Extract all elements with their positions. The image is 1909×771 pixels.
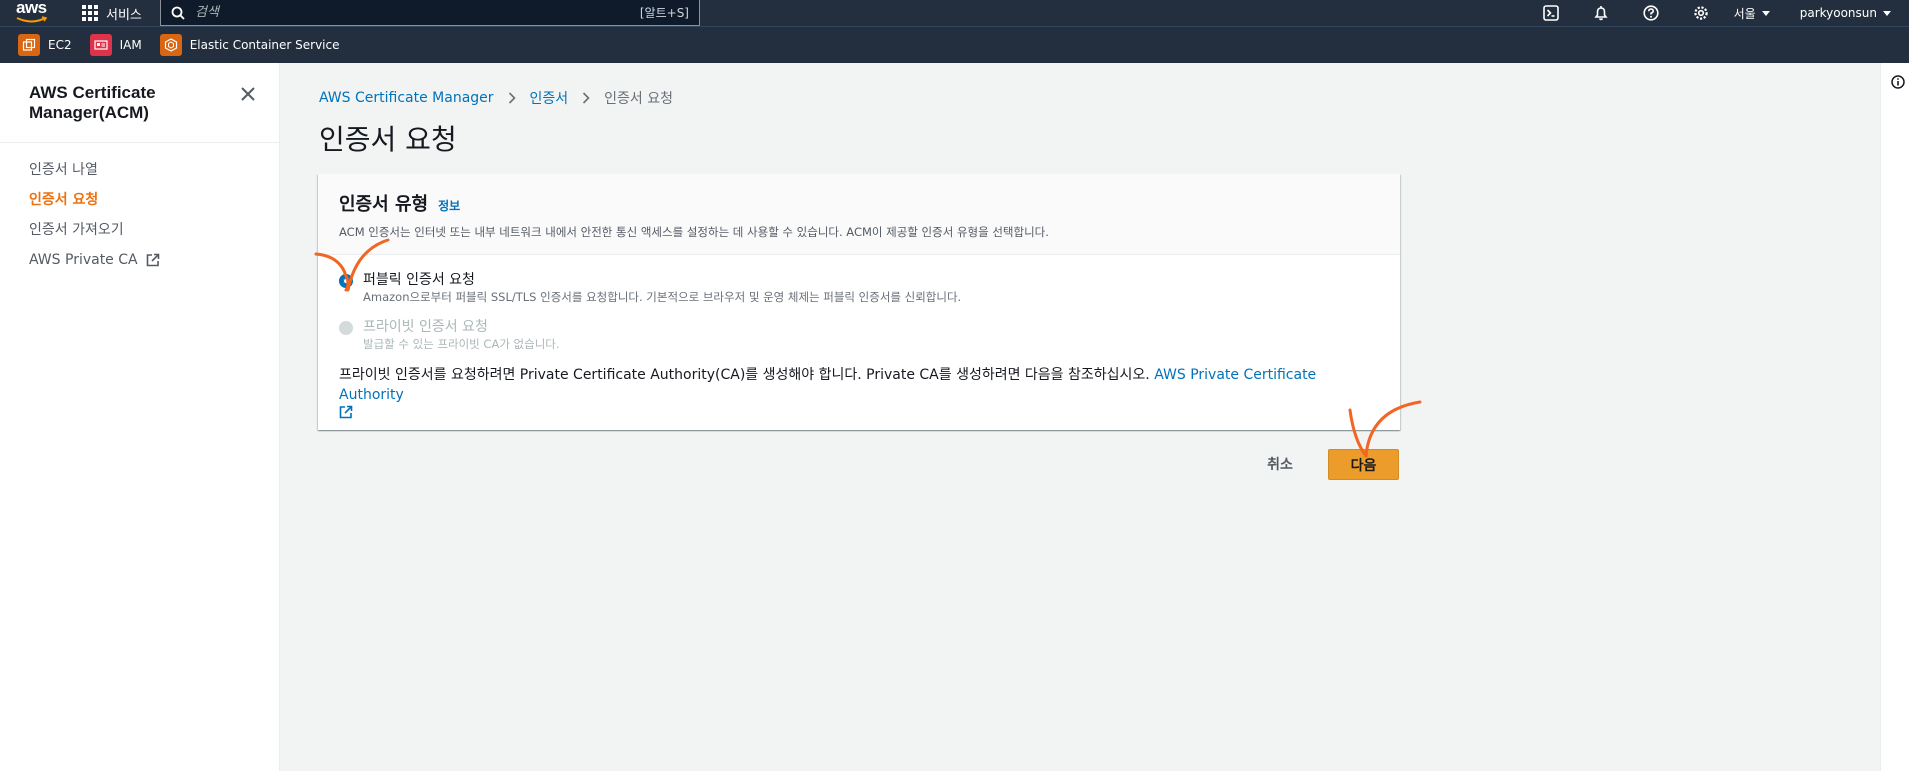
panel-title: 인증서 유형: [339, 194, 429, 215]
radio-private-certificate: [339, 321, 353, 335]
option-description: 발급할 수 있는 프라이빗 CA가 없습니다.: [363, 337, 560, 351]
private-ca-note: 프라이빗 인증서를 요청하려면 Private Certificate Auth…: [339, 365, 1379, 425]
bell-icon: [1594, 6, 1608, 21]
page-title: 인증서 요청: [319, 123, 457, 156]
sidebar-item-list-certificates[interactable]: 인증서 나열: [0, 155, 279, 185]
certificate-type-panel: 인증서 유형 정보 ACM 인증서는 인터넷 또는 내부 네트워크 내에서 안전…: [318, 174, 1400, 430]
option-public-certificate[interactable]: 퍼블릭 인증서 요청 Amazon으로부터 퍼블릭 SSL/TLS 인증서를 요…: [339, 271, 1380, 305]
info-link[interactable]: 정보: [438, 197, 460, 214]
services-menu-button[interactable]: 서비스: [82, 3, 142, 23]
notifications-button[interactable]: [1576, 0, 1626, 26]
services-label: 서비스: [106, 7, 142, 23]
breadcrumb-current: 인증서 요청: [604, 91, 674, 107]
sidebar-item-label: AWS Private CA: [29, 252, 138, 268]
favorite-ecs[interactable]: Elastic Container Service: [159, 34, 340, 56]
search-icon: [171, 6, 185, 20]
caret-down-icon: [1761, 10, 1770, 16]
sidebar-item-label: 인증서 가져오기: [29, 222, 124, 238]
option-label: 퍼블릭 인증서 요청: [363, 272, 475, 288]
favorite-iam[interactable]: IAM: [89, 34, 142, 56]
breadcrumb: AWS Certificate Manager 인증서 인증서 요청: [319, 88, 673, 108]
aws-smile-icon: [16, 16, 48, 23]
note-text: 프라이빗 인증서를 요청하려면 Private Certificate Auth…: [339, 367, 1155, 383]
sidebar: AWS Certificate Manager(ACM) 인증서 나열 인증서 …: [0, 63, 280, 771]
aws-logo[interactable]: aws: [16, 0, 50, 23]
sidebar-item-private-ca[interactable]: AWS Private CA: [0, 245, 279, 275]
breadcrumb-acm-link[interactable]: AWS Certificate Manager: [319, 90, 494, 106]
external-link-icon[interactable]: [339, 405, 353, 419]
chevron-right-icon: [508, 92, 516, 104]
sidebar-item-label: 인증서 요청: [29, 192, 99, 208]
ec2-icon: [18, 34, 40, 56]
favorite-label: Elastic Container Service: [189, 38, 340, 52]
search-shortcut-hint: [알트+S]: [639, 6, 689, 20]
external-link-icon: [146, 253, 159, 267]
help-icon: [1643, 5, 1659, 21]
settings-button[interactable]: [1676, 0, 1726, 26]
ecs-icon: [159, 34, 182, 56]
search-bar[interactable]: [알트+S]: [160, 0, 700, 26]
cloudshell-button[interactable]: [1526, 0, 1576, 26]
user-name: parkyoonsun: [1799, 6, 1877, 20]
gear-icon: [1693, 6, 1708, 20]
cancel-button[interactable]: 취소: [1250, 449, 1310, 479]
grid-icon: [82, 5, 98, 21]
panel-body: 퍼블릭 인증서 요청 Amazon으로부터 퍼블릭 SSL/TLS 인증서를 요…: [318, 255, 1400, 425]
favorite-label: IAM: [119, 38, 142, 52]
next-button[interactable]: 다음: [1328, 449, 1399, 480]
caret-down-icon: [1883, 10, 1891, 16]
terminal-icon: [1542, 5, 1559, 21]
favorites-bar: EC2 IAM Elastic Container Service: [0, 26, 1909, 63]
panel-header: 인증서 유형 정보 ACM 인증서는 인터넷 또는 내부 네트워크 내에서 안전…: [318, 174, 1400, 255]
info-panel-strip: [1880, 63, 1909, 771]
sidebar-nav: 인증서 나열 인증서 요청 인증서 가져오기 AWS Private CA: [0, 143, 279, 275]
option-description: Amazon으로부터 퍼블릭 SSL/TLS 인증서를 요청합니다. 기본적으로…: [363, 290, 962, 304]
nav-icons: 서울 parkyoonsun: [1526, 0, 1909, 26]
radio-public-certificate[interactable]: [339, 274, 353, 288]
option-private-certificate: 프라이빗 인증서 요청 발급할 수 있는 프라이빗 CA가 없습니다.: [339, 318, 1380, 352]
favorite-label: EC2: [48, 38, 72, 52]
panel-description: ACM 인증서는 인터넷 또는 내부 네트워크 내에서 안전한 통신 액세스를 …: [339, 225, 1049, 239]
panel-title-row: 인증서 유형 정보: [339, 190, 1380, 216]
favorite-ec2[interactable]: EC2: [18, 34, 72, 56]
sidebar-header: AWS Certificate Manager(ACM): [0, 63, 279, 143]
help-button[interactable]: [1626, 0, 1676, 26]
breadcrumb-certificates-link[interactable]: 인증서: [530, 88, 569, 108]
info-icon[interactable]: [1891, 75, 1905, 89]
sidebar-item-request-certificate[interactable]: 인증서 요청: [0, 185, 279, 215]
iam-icon: [89, 34, 112, 56]
top-navigation: aws 서비스 [알트+S]: [0, 0, 1909, 26]
region-selector[interactable]: 서울: [1734, 5, 1770, 22]
option-label: 프라이빗 인증서 요청: [363, 319, 488, 335]
close-icon[interactable]: [239, 85, 257, 103]
account-menu[interactable]: parkyoonsun: [1800, 6, 1891, 20]
sidebar-title: AWS Certificate Manager(ACM): [29, 83, 156, 122]
region-label: 서울: [1733, 6, 1756, 21]
search-input[interactable]: [195, 5, 640, 20]
sidebar-item-label: 인증서 나열: [29, 162, 98, 178]
chevron-right-icon: [583, 92, 590, 104]
sidebar-item-import-certificate[interactable]: 인증서 가져오기: [0, 215, 279, 245]
